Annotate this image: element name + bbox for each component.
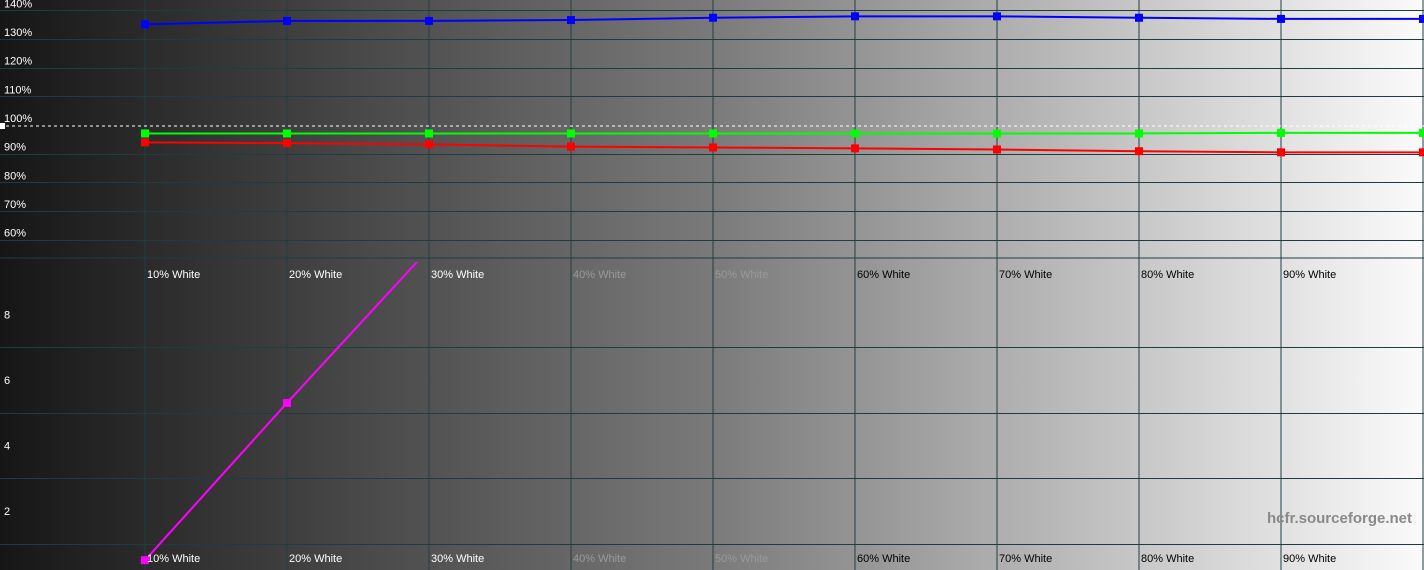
x-tick-label: 60% White: [857, 269, 910, 281]
data-point: [1277, 14, 1285, 23]
y-tick-label: 100%: [4, 113, 32, 125]
data-point: [993, 129, 1001, 138]
data-point: [283, 398, 291, 407]
x-tick-label: 10% White: [147, 269, 200, 281]
x-tick-label: 30% White: [431, 269, 484, 281]
x-tick-label: 20% White: [289, 553, 342, 565]
y-tick-label: 6: [4, 375, 10, 387]
data-point: [1135, 129, 1143, 138]
x-tick-label: 30% White: [431, 553, 484, 565]
x-tick-label: 90% White: [1283, 553, 1336, 565]
x-tick-label: 70% White: [999, 553, 1052, 565]
x-tick-label: 20% White: [289, 269, 342, 281]
data-point: [567, 16, 575, 25]
data-point: [851, 12, 859, 21]
data-point: [851, 144, 859, 153]
x-tick-label: 80% White: [1141, 269, 1194, 281]
y-tick-label: 70%: [4, 199, 26, 211]
data-point: [1419, 148, 1424, 157]
data-point: [425, 129, 433, 138]
y-tick-label: 130%: [4, 27, 32, 39]
data-point: [1135, 13, 1143, 22]
data-point: [709, 129, 717, 138]
y-tick-label: 110%: [4, 84, 32, 96]
x-tick-label: 90% White: [1283, 269, 1336, 281]
chart-svg: 60% 70% 80% 90% 100% 110% 120% 130% 140% 2 4 6 8 10% …: [0, 0, 1424, 570]
data-point: [709, 13, 717, 22]
x-tick-label: 50% White: [715, 269, 768, 281]
data-point: [1419, 14, 1424, 23]
x-tick-label: 70% White: [999, 269, 1052, 281]
data-point: [1277, 148, 1285, 157]
data-point: [993, 145, 1001, 154]
data-point: [709, 143, 717, 152]
y-tick-label: 2: [4, 506, 10, 518]
x-tick-label: 60% White: [857, 553, 910, 565]
data-point: [425, 140, 433, 149]
data-point: [1419, 128, 1424, 137]
y-tick-label: 80%: [4, 170, 26, 182]
x-tick-label: 10% White: [147, 553, 200, 565]
data-point: [567, 142, 575, 151]
watermark: hcfr.sourceforge.net: [1267, 510, 1412, 527]
data-point: [425, 16, 433, 25]
data-point: [851, 129, 859, 138]
series-line: [145, 131, 1423, 135]
data-point: [141, 20, 149, 29]
data-point: [283, 16, 291, 25]
y-tick-label: 4: [4, 440, 10, 452]
data-point: [283, 129, 291, 138]
y-tick-label: 90%: [4, 142, 26, 154]
data-point: [283, 139, 291, 148]
x-tick-label: 80% White: [1141, 553, 1194, 565]
data-point: [1277, 128, 1285, 137]
y-tick-label: 140%: [4, 0, 32, 10]
y-tick-label: 120%: [4, 56, 32, 68]
chart-canvas: 60% 70% 80% 90% 100% 110% 120% 130% 140% 2 4 6 8 10% …: [0, 0, 1424, 570]
data-point: [567, 129, 575, 138]
data-point: [1135, 147, 1143, 156]
data-point: [141, 138, 149, 147]
x-tick-label: 50% White: [715, 553, 768, 565]
x-tick-label: 40% White: [573, 269, 626, 281]
data-point: [993, 12, 1001, 21]
x-tick-label: 40% White: [573, 553, 626, 565]
y-tick-label: 60%: [4, 228, 26, 240]
y-tick-label: 8: [4, 309, 10, 321]
data-point: [141, 129, 149, 138]
